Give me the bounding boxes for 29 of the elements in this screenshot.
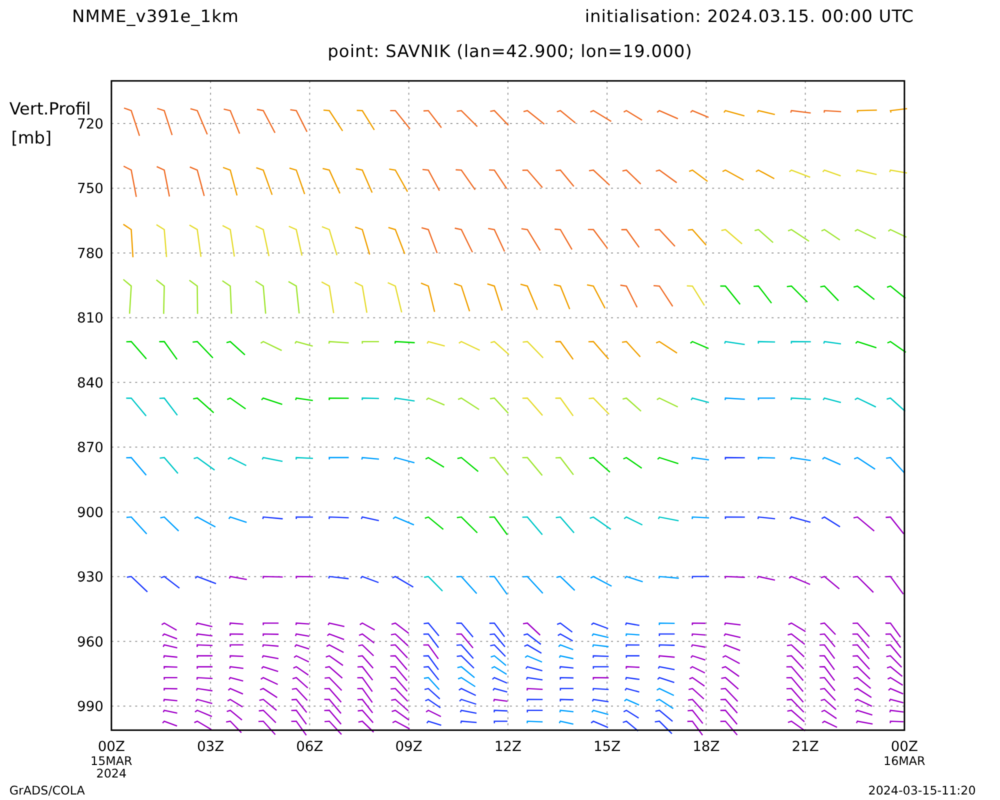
x-tick-label: 15Z xyxy=(593,739,621,756)
y-axis-unit: [mb] xyxy=(11,128,52,148)
chart-subtitle: point: SAVNIK (lan=42.900; lon=19.000) xyxy=(328,42,692,62)
x-tick-label: 03Z xyxy=(196,739,224,756)
y-tick-label: 810 xyxy=(77,311,104,328)
credit-label: GrADS/COLA xyxy=(9,784,85,798)
date-label: 16MAR xyxy=(884,754,926,768)
x-tick-label: 09Z xyxy=(395,739,422,756)
date-label: 2024 xyxy=(96,767,127,782)
y-tick-label: 720 xyxy=(77,116,104,133)
y-axis-title: Vert.Profil xyxy=(9,99,91,120)
x-tick-label: 06Z xyxy=(296,739,324,756)
x-tick-label: 00Z xyxy=(98,739,125,756)
y-tick-label: 960 xyxy=(77,634,104,651)
x-tick-label: 21Z xyxy=(792,739,819,756)
y-tick-label: 750 xyxy=(77,182,104,198)
initialisation-time: initialisation: 2024.03.15. 00:00 UTC xyxy=(584,7,914,29)
x-tick-label: 12Z xyxy=(494,739,522,756)
date-label: 15MAR xyxy=(90,754,132,768)
y-tick-label: 870 xyxy=(77,440,104,457)
model-name: NMME_v391e_1km xyxy=(72,7,239,29)
y-tick-label: 840 xyxy=(77,376,104,392)
y-tick-label: 990 xyxy=(77,699,104,716)
x-tick-label: 18Z xyxy=(692,739,720,756)
y-tick-label: 900 xyxy=(77,505,104,522)
x-tick-label: 00Z xyxy=(890,739,918,756)
y-tick-label: 780 xyxy=(77,246,104,262)
timestamp-label: 2024-03-15-11:20 xyxy=(868,784,976,798)
y-tick-label: 930 xyxy=(77,570,104,586)
